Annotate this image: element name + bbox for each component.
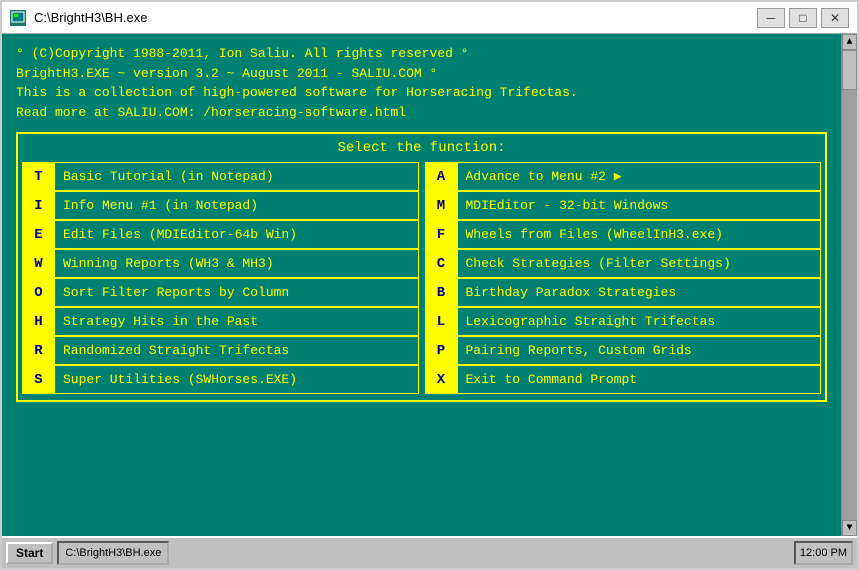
menu-key-right-6: P xyxy=(426,337,458,364)
menu-label-right-2: Wheels from Files (WheelInH3.exe) xyxy=(458,221,821,248)
menu-key-right-3: C xyxy=(426,250,458,277)
scroll-up-button[interactable]: ▲ xyxy=(842,34,857,50)
menu-row-0: TBasic Tutorial (in Notepad)AAdvance to … xyxy=(22,162,821,191)
menu-col-left-2[interactable]: EEdit Files (MDIEditor-64b Win) xyxy=(22,220,419,249)
window-title: C:\BrightH3\BH.exe xyxy=(34,10,757,25)
menu-label-left-5: Strategy Hits in the Past xyxy=(55,308,418,335)
menu-box: Select the function: TBasic Tutorial (in… xyxy=(16,132,827,402)
tray-time: 12:00 PM xyxy=(800,547,847,559)
taskbar-item-bh[interactable]: C:\BrightH3\BH.exe xyxy=(57,541,169,565)
menu-label-right-3: Check Strategies (Filter Settings) xyxy=(458,250,821,277)
menu-row-2: EEdit Files (MDIEditor-64b Win)FWheels f… xyxy=(22,220,821,249)
main-content: ° (C)Copyright 1988-2011, Ion Saliu. All… xyxy=(2,34,841,536)
menu-label-right-5: Lexicographic Straight Trifectas xyxy=(458,308,821,335)
menu-col-right-4[interactable]: BBirthday Paradox Strategies xyxy=(425,278,822,307)
menu-key-right-4: B xyxy=(426,279,458,306)
menu-row-3: WWinning Reports (WH3 & MH3)CCheck Strat… xyxy=(22,249,821,278)
menu-key-right-5: L xyxy=(426,308,458,335)
menu-label-right-6: Pairing Reports, Custom Grids xyxy=(458,337,821,364)
menu-col-right-5[interactable]: LLexicographic Straight Trifectas xyxy=(425,307,822,336)
menu-label-right-7: Exit to Command Prompt xyxy=(458,366,821,393)
menu-row-5: HStrategy Hits in the PastLLexicographic… xyxy=(22,307,821,336)
menu-col-right-2[interactable]: FWheels from Files (WheelInH3.exe) xyxy=(425,220,822,249)
title-bar: C:\BrightH3\BH.exe ─ □ ✕ xyxy=(2,2,857,34)
menu-col-right-7[interactable]: XExit to Command Prompt xyxy=(425,365,822,394)
main-window: C:\BrightH3\BH.exe ─ □ ✕ ° (C)Copyright … xyxy=(0,0,859,570)
taskbar-tray: 12:00 PM xyxy=(794,541,853,565)
menu-key-left-2: E xyxy=(23,221,55,248)
menu-col-left-1[interactable]: IInfo Menu #1 (in Notepad) xyxy=(22,191,419,220)
menu-col-right-1[interactable]: MMDIEditor - 32-bit Windows xyxy=(425,191,822,220)
menu-col-left-4[interactable]: OSort Filter Reports by Column xyxy=(22,278,419,307)
menu-key-left-6: R xyxy=(23,337,55,364)
menu-label-left-7: Super Utilities (SWHorses.EXE) xyxy=(55,366,418,393)
menu-col-right-0[interactable]: AAdvance to Menu #2 ▶ xyxy=(425,162,822,191)
menu-key-left-4: O xyxy=(23,279,55,306)
scroll-thumb[interactable] xyxy=(842,50,857,90)
header-line-4: Read more at SALIU.COM: /horseracing-sof… xyxy=(16,103,827,123)
scroll-track xyxy=(842,50,857,520)
menu-row-1: IInfo Menu #1 (in Notepad)MMDIEditor - 3… xyxy=(22,191,821,220)
menu-col-left-6[interactable]: RRandomized Straight Trifectas xyxy=(22,336,419,365)
menu-label-left-1: Info Menu #1 (in Notepad) xyxy=(55,192,418,219)
header-line-2: BrightH3.EXE ~ version 3.2 ~ August 2011… xyxy=(16,64,827,84)
menu-col-left-0[interactable]: TBasic Tutorial (in Notepad) xyxy=(22,162,419,191)
menu-key-right-1: M xyxy=(426,192,458,219)
header-block: ° (C)Copyright 1988-2011, Ion Saliu. All… xyxy=(16,44,827,122)
menu-key-left-1: I xyxy=(23,192,55,219)
taskbar: Start C:\BrightH3\BH.exe 12:00 PM xyxy=(2,536,857,568)
menu-row-7: SSuper Utilities (SWHorses.EXE)XExit to … xyxy=(22,365,821,394)
scroll-down-button[interactable]: ▼ xyxy=(842,520,857,536)
scrollbar: ▲ ▼ xyxy=(841,34,857,536)
menu-key-left-3: W xyxy=(23,250,55,277)
minimize-button[interactable]: ─ xyxy=(757,8,785,28)
menu-row-6: RRandomized Straight TrifectasPPairing R… xyxy=(22,336,821,365)
menu-label-left-3: Winning Reports (WH3 & MH3) xyxy=(55,250,418,277)
window-icon xyxy=(10,10,26,26)
menu-title: Select the function: xyxy=(22,140,821,156)
menu-label-left-4: Sort Filter Reports by Column xyxy=(55,279,418,306)
close-button[interactable]: ✕ xyxy=(821,8,849,28)
menu-key-right-7: X xyxy=(426,366,458,393)
menu-key-left-0: T xyxy=(23,163,55,190)
start-button[interactable]: Start xyxy=(6,542,53,564)
menu-col-right-6[interactable]: PPairing Reports, Custom Grids xyxy=(425,336,822,365)
menu-label-right-1: MDIEditor - 32-bit Windows xyxy=(458,192,821,219)
title-buttons: ─ □ ✕ xyxy=(757,8,849,28)
menu-col-left-7[interactable]: SSuper Utilities (SWHorses.EXE) xyxy=(22,365,419,394)
menu-col-right-3[interactable]: CCheck Strategies (Filter Settings) xyxy=(425,249,822,278)
menu-label-right-0: Advance to Menu #2 ▶ xyxy=(458,163,821,190)
menu-label-left-6: Randomized Straight Trifectas xyxy=(55,337,418,364)
content-area: ° (C)Copyright 1988-2011, Ion Saliu. All… xyxy=(2,34,857,536)
menu-label-left-2: Edit Files (MDIEditor-64b Win) xyxy=(55,221,418,248)
menu-key-left-5: H xyxy=(23,308,55,335)
menu-key-right-2: F xyxy=(426,221,458,248)
menu-label-left-0: Basic Tutorial (in Notepad) xyxy=(55,163,418,190)
menu-key-left-7: S xyxy=(23,366,55,393)
menu-col-left-3[interactable]: WWinning Reports (WH3 & MH3) xyxy=(22,249,419,278)
taskbar-items: C:\BrightH3\BH.exe xyxy=(57,541,794,565)
maximize-button[interactable]: □ xyxy=(789,8,817,28)
menu-grid: TBasic Tutorial (in Notepad)AAdvance to … xyxy=(22,162,821,394)
menu-label-right-4: Birthday Paradox Strategies xyxy=(458,279,821,306)
header-line-3: This is a collection of high-powered sof… xyxy=(16,83,827,103)
header-line-1: ° (C)Copyright 1988-2011, Ion Saliu. All… xyxy=(16,44,827,64)
menu-col-left-5[interactable]: HStrategy Hits in the Past xyxy=(22,307,419,336)
menu-key-right-0: A xyxy=(426,163,458,190)
menu-row-4: OSort Filter Reports by ColumnBBirthday … xyxy=(22,278,821,307)
